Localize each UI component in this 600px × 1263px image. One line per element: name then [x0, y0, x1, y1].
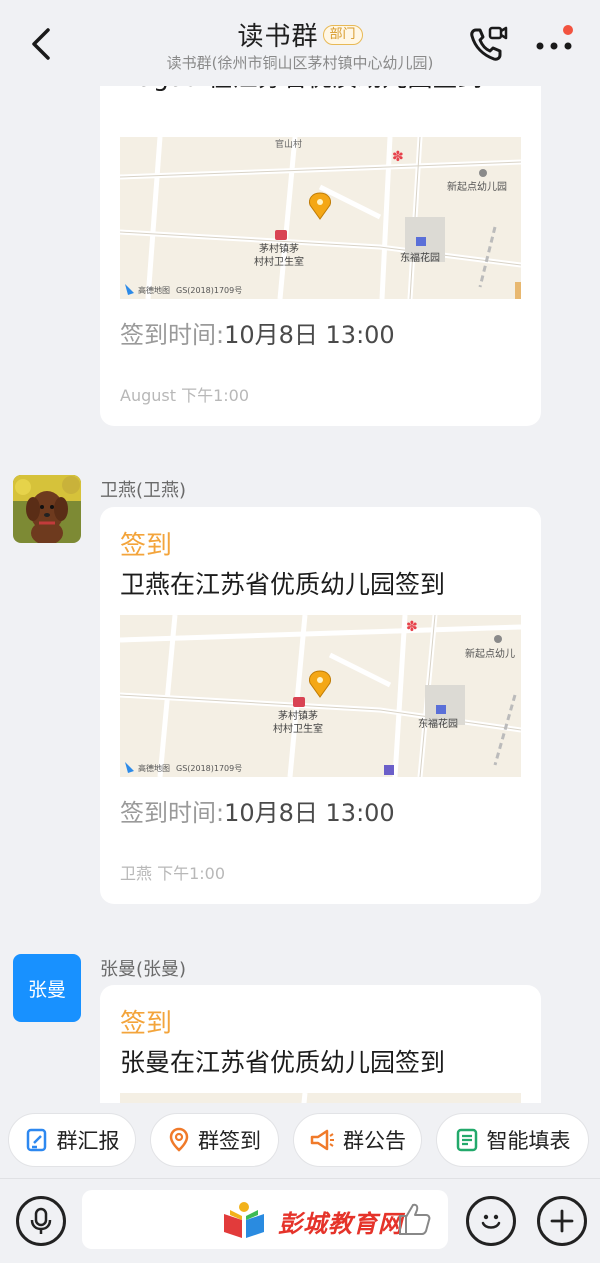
group-checkin-label: 群签到: [198, 1129, 261, 1153]
watermark-text: 彭城教育网: [278, 1210, 403, 1238]
message-input[interactable]: 彭城教育网: [82, 1190, 448, 1249]
avatar-initials: 张曼: [27, 978, 66, 1001]
report-icon: [25, 1127, 49, 1153]
site-logo-icon: [224, 1202, 264, 1238]
group-subtitle: 读书群(徐州市铜山区茅村镇中心幼儿园): [166, 54, 434, 72]
svg-text:茅村镇茅: 茅村镇茅: [278, 709, 318, 722]
checkin-title: 签到: [120, 531, 173, 561]
location-map[interactable]: [120, 1093, 521, 1103]
svg-text:东福花园: 东福花园: [418, 717, 458, 730]
notification-dot: [563, 25, 573, 35]
smart-form-button[interactable]: 智能填表: [436, 1113, 589, 1167]
svg-text:✽: ✽: [392, 149, 404, 165]
svg-text:新起点幼儿: 新起点幼儿: [465, 647, 515, 660]
thumbs-up-icon[interactable]: [396, 1200, 432, 1238]
smart-form-label: 智能填表: [486, 1129, 571, 1153]
voice-video-call-button[interactable]: [466, 22, 510, 66]
group-report-label: 群汇报: [56, 1129, 120, 1153]
dog-photo-icon: [13, 475, 81, 543]
form-icon: [455, 1127, 479, 1153]
microphone-icon: [30, 1207, 52, 1234]
location-pin-icon: [168, 1127, 190, 1153]
voice-input-button[interactable]: [16, 1196, 66, 1246]
location-map[interactable]: 新起点幼儿 ✽ 茅村镇茅 村村卫生室 东福花园 高德地图 GS(2018)170…: [120, 615, 521, 777]
svg-text:GS(2018)1709号: GS(2018)1709号: [176, 286, 242, 295]
checkin-text: 张曼在江苏省优质幼儿园签到: [120, 1048, 446, 1077]
svg-text:GS(2018)1709号: GS(2018)1709号: [176, 764, 242, 773]
svg-text:高德地图: 高德地图: [138, 763, 170, 773]
checkin-card[interactable]: 签到 张曼在江苏省优质幼儿园签到: [100, 985, 541, 1103]
checkin-title: 签到: [120, 1009, 173, 1039]
svg-text:茅村镇茅: 茅村镇茅: [259, 242, 299, 255]
input-bar: 彭城教育网: [0, 1178, 600, 1263]
emoji-button[interactable]: [466, 1196, 516, 1246]
map-graphic: 官山村 新起点幼儿园 ✽ 茅村镇茅 村村卫生室 东福花园 高德地图 GS(201…: [120, 137, 521, 299]
location-map[interactable]: 官山村 新起点幼儿园 ✽ 茅村镇茅 村村卫生室 东福花园 高德地图 GS(201…: [120, 137, 521, 299]
avatar[interactable]: [13, 475, 81, 543]
message-meta: 卫燕 下午1:00: [120, 864, 226, 883]
plus-icon: [550, 1209, 574, 1233]
group-announcement-button[interactable]: 群公告: [293, 1113, 422, 1167]
group-title: 读书群: [237, 22, 319, 52]
svg-text:新起点幼儿园: 新起点幼儿园: [447, 180, 507, 193]
checkin-card[interactable]: August在江苏省优质幼儿园签到: [100, 40, 541, 426]
map-graphic: 新起点幼儿 ✽ 茅村镇茅 村村卫生室 东福花园 高德地图 GS(2018)170…: [120, 615, 521, 777]
more-actions-button[interactable]: [537, 1196, 587, 1246]
sender-name: 卫燕(卫燕): [100, 480, 187, 501]
group-announcement-label: 群公告: [343, 1129, 406, 1153]
svg-text:村村卫生室: 村村卫生室: [273, 722, 323, 735]
checkin-time: 签到时间:10月8日 13:00: [120, 799, 395, 827]
sender-name: 张曼(张曼): [100, 959, 187, 980]
checkin-time: 签到时间:10月8日 13:00: [120, 321, 395, 349]
megaphone-icon: [309, 1127, 335, 1153]
chat-header: 读书群 部门 读书群(徐州市铜山区茅村镇中心幼儿园): [0, 0, 600, 86]
checkin-card[interactable]: 签到 卫燕在江苏省优质幼儿园签到 新起点幼儿 ✽ 茅村镇茅 村村卫生室 东福花园…: [100, 507, 541, 904]
department-badge: 部门: [322, 24, 363, 45]
message-meta: August 下午1:00: [120, 386, 250, 405]
group-report-button[interactable]: 群汇报: [8, 1113, 136, 1167]
group-checkin-button[interactable]: 群签到: [150, 1113, 279, 1167]
chat-list[interactable]: August在江苏省优质幼儿园签到: [0, 0, 600, 1103]
map-graphic: [120, 1093, 521, 1103]
svg-text:东福花园: 东福花园: [400, 251, 440, 264]
svg-text:官山村: 官山村: [275, 138, 302, 150]
smiley-icon: [481, 1214, 501, 1229]
svg-text:村村卫生室: 村村卫生室: [254, 255, 304, 268]
svg-text:高德地图: 高德地图: [138, 285, 170, 295]
svg-text:✽: ✽: [406, 619, 418, 635]
quick-actions-bar: 群汇报 群签到 群公告 智能填表: [0, 1103, 600, 1178]
avatar[interactable]: 张曼: [13, 954, 81, 1022]
checkin-text: 卫燕在江苏省优质幼儿园签到: [120, 570, 446, 599]
phone-video-icon: [470, 26, 508, 61]
